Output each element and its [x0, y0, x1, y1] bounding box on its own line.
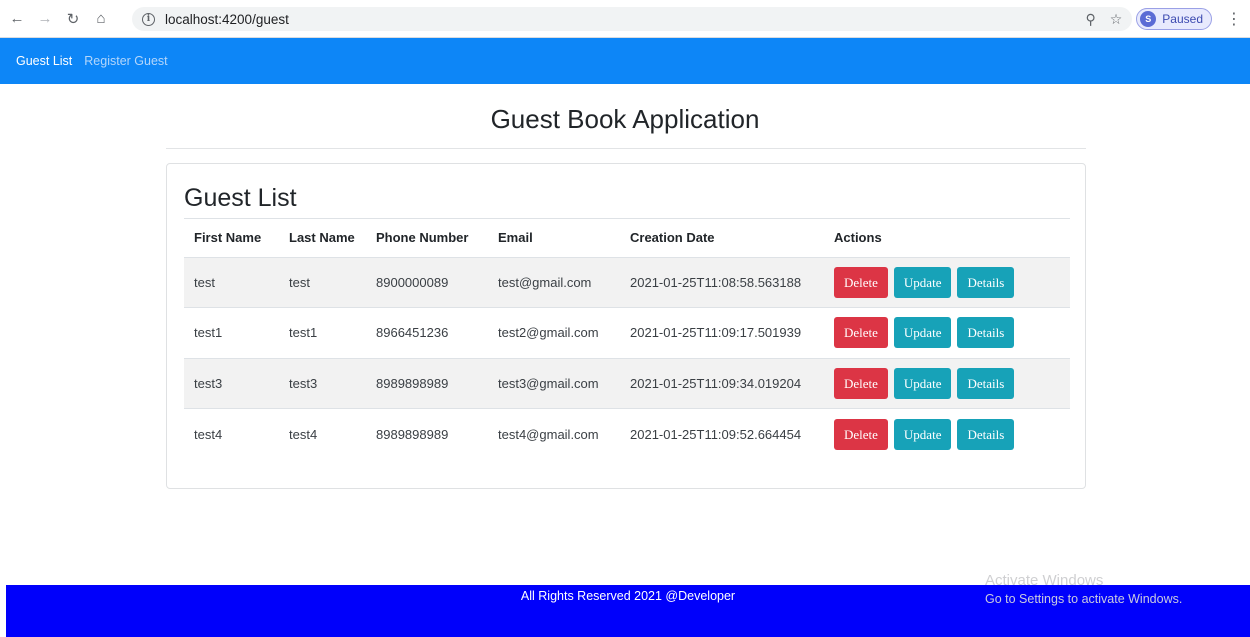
app-navbar: Guest List Register Guest [0, 38, 1250, 84]
cell-phone: 8966451236 [366, 307, 488, 358]
cell-creation-date: 2021-01-25T11:08:58.563188 [620, 256, 824, 308]
cell-phone: 8900000089 [366, 256, 488, 308]
back-arrow-icon[interactable]: ← [6, 8, 28, 30]
avatar: S [1140, 11, 1157, 27]
profile-button[interactable]: S Paused [1136, 8, 1212, 30]
address-bar[interactable]: i localhost:4200/guest [132, 7, 1132, 31]
kebab-menu-icon[interactable]: ⋮ [1226, 9, 1242, 29]
windows-activation-watermark: Activate Windows Go to Settings to activ… [985, 572, 1182, 606]
cell-creation-date: 2021-01-25T11:09:34.019204 [620, 357, 824, 409]
guest-list-card: Guest List First Name Last Name Phone Nu… [166, 163, 1086, 489]
cell-phone: 8989898989 [366, 408, 488, 459]
cell-actions: Delete Update Details [824, 307, 1070, 358]
delete-button[interactable]: Delete [834, 367, 888, 399]
cell-first-name: test [184, 256, 279, 308]
forward-arrow-icon[interactable]: → [34, 8, 56, 30]
column-header-actions: Actions [834, 230, 882, 246]
cell-last-name: test3 [279, 357, 366, 409]
cell-actions: Delete Update Details [824, 256, 1070, 308]
cell-last-name: test1 [279, 307, 366, 358]
column-header-phone: Phone Number [376, 230, 469, 246]
table-row: test test 8900000089 test@gmail.com 2021… [184, 256, 1070, 308]
table-row: test4 test4 8989898989 test4@gmail.com 2… [184, 408, 1070, 459]
details-button[interactable]: Details [957, 317, 1015, 349]
table-header-row: First Name Last Name Phone Number Email … [184, 219, 1070, 257]
delete-button[interactable]: Delete [834, 317, 888, 349]
cell-last-name: test4 [279, 408, 366, 459]
cell-phone: 8989898989 [366, 357, 488, 409]
cell-email: test4@gmail.com [488, 408, 620, 459]
column-header-first-name: First Name [194, 230, 262, 246]
cell-email: test3@gmail.com [488, 357, 620, 409]
details-button[interactable]: Details [957, 418, 1015, 450]
delete-button[interactable]: Delete [834, 266, 888, 298]
home-icon[interactable]: ⌂ [90, 8, 112, 30]
details-button[interactable]: Details [957, 266, 1015, 298]
delete-button[interactable]: Delete [834, 418, 888, 450]
update-button[interactable]: Update [893, 418, 952, 450]
column-header-last-name: Last Name [289, 230, 355, 246]
zoom-icon[interactable]: ⚲ [1085, 11, 1095, 28]
cell-last-name: test [279, 256, 366, 308]
nav-link-guest-list[interactable]: Guest List [16, 54, 72, 68]
column-header-email: Email [498, 230, 533, 246]
details-button[interactable]: Details [957, 367, 1015, 399]
watermark-title: Activate Windows [985, 572, 1104, 589]
update-button[interactable]: Update [893, 317, 952, 349]
browser-toolbar: ← → ↻ ⌂ i localhost:4200/guest ⚲ ☆ S Pau… [0, 0, 1250, 38]
nav-link-register-guest[interactable]: Register Guest [84, 54, 167, 68]
title-divider [166, 148, 1086, 149]
cell-first-name: test4 [184, 408, 279, 459]
guest-list-title: Guest List [184, 184, 297, 212]
table-row: test1 test1 8966451236 test2@gmail.com 2… [184, 307, 1070, 358]
cell-email: test2@gmail.com [488, 307, 620, 358]
table-row: test3 test3 8989898989 test3@gmail.com 2… [184, 357, 1070, 409]
cell-actions: Delete Update Details [824, 357, 1070, 409]
page-title: Guest Book Application [490, 104, 760, 134]
cell-actions: Delete Update Details [824, 408, 1070, 459]
cell-first-name: test1 [184, 307, 279, 358]
column-header-creation-date: Creation Date [630, 230, 715, 246]
bookmark-star-icon[interactable]: ☆ [1110, 11, 1123, 28]
cell-creation-date: 2021-01-25T11:09:17.501939 [620, 307, 824, 358]
watermark-subtitle: Go to Settings to activate Windows. [985, 592, 1183, 606]
profile-status: Paused [1162, 12, 1203, 26]
update-button[interactable]: Update [893, 367, 952, 399]
cell-creation-date: 2021-01-25T11:09:52.664454 [620, 408, 824, 459]
guest-table: First Name Last Name Phone Number Email … [184, 219, 1070, 459]
cell-first-name: test3 [184, 357, 279, 409]
reload-icon[interactable]: ↻ [62, 8, 84, 30]
info-icon[interactable]: i [142, 12, 155, 26]
cell-email: test@gmail.com [488, 256, 620, 308]
update-button[interactable]: Update [893, 266, 952, 298]
url-text[interactable]: localhost:4200/guest [165, 12, 289, 27]
